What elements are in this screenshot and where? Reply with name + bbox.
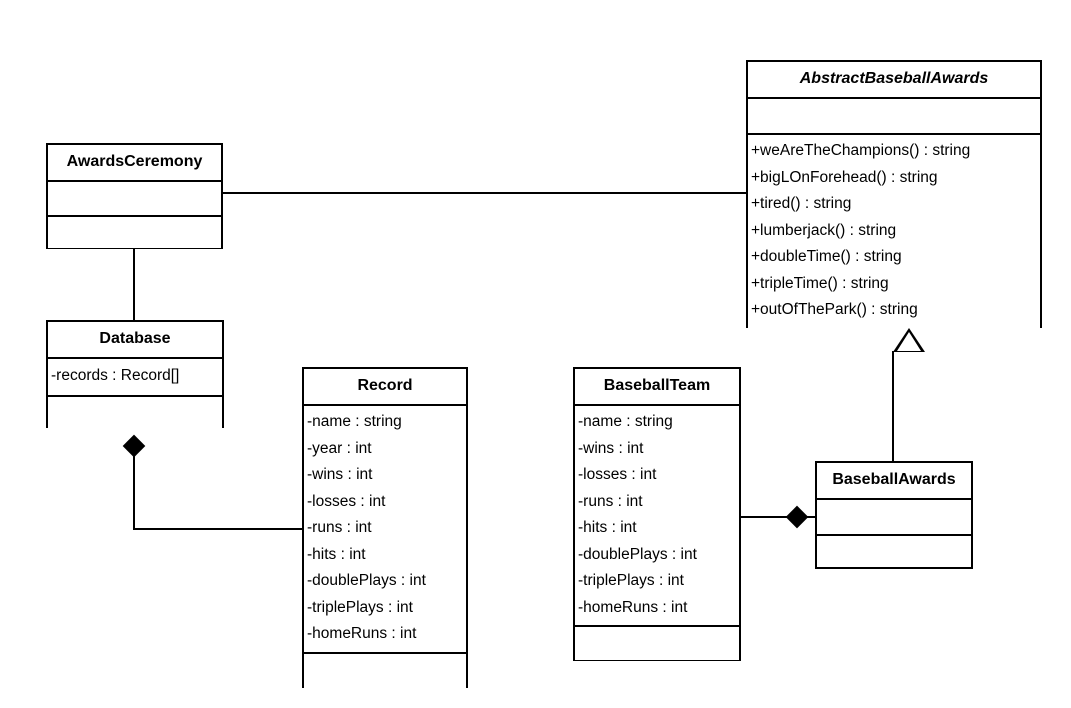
methods-compartment-record (304, 651, 466, 689)
methods-compartment-database (48, 394, 222, 430)
attribute-item: -runs : int (307, 519, 372, 536)
association-line-ceremony-abstractawards (221, 192, 748, 194)
attributes-compartment-awards-ceremony (48, 180, 221, 215)
attribute-item: -name : string (307, 413, 402, 430)
methods-compartment-abstract-baseball-awards: +weAreTheChampions() : string +bigLOnFor… (748, 133, 1040, 328)
class-name-compartment-awards-ceremony: AwardsCeremony (48, 145, 221, 180)
class-title-abstract-baseball-awards: AbstractBaseballAwards (799, 70, 989, 87)
attribute-item: -triplePlays : int (578, 572, 684, 589)
attribute-item: -losses : int (307, 492, 386, 510)
composition-diamond-baseball-awards (785, 505, 809, 529)
attribute-item: -hits : int (578, 519, 637, 536)
attribute-item: -runs : int (578, 492, 643, 510)
class-box-record[interactable]: Record -name : string -year : int -wins … (302, 367, 468, 689)
generalization-line-awards-abstractawards (892, 351, 894, 462)
class-title-record: Record (357, 377, 413, 394)
triangle-fill-icon (897, 332, 921, 351)
methods-compartment-awards-ceremony (48, 215, 221, 248)
attribute-item: -wins : int (578, 439, 644, 457)
class-title-baseball-team: BaseballTeam (603, 377, 711, 394)
attribute-item: -records : Record[] (51, 367, 180, 384)
class-title-baseball-awards: BaseballAwards (832, 471, 956, 488)
attributes-compartment-baseball-awards (817, 498, 971, 534)
attribute-item: -doublePlays : int (307, 572, 426, 589)
attribute-item: -doublePlays : int (578, 545, 697, 563)
attribute-item: -name : string (578, 413, 673, 430)
method-item: +bigLOnForehead() : string (751, 168, 938, 186)
class-title-awards-ceremony: AwardsCeremony (66, 153, 203, 170)
method-item: +tripleTime() : string (751, 274, 889, 292)
method-item: +tired() : string (751, 195, 852, 212)
method-item: +lumberjack() : string (751, 221, 897, 239)
uml-class-diagram-canvas: AwardsCeremony AbstractBaseballAwards +w… (0, 0, 1071, 708)
class-name-compartment-database: Database (48, 322, 222, 357)
methods-compartment-baseball-team (575, 625, 739, 660)
attribute-item: -hits : int (307, 545, 366, 563)
association-line-ceremony-database (133, 247, 135, 322)
composition-diamond-database (122, 434, 146, 458)
class-title-database: Database (99, 330, 171, 347)
class-name-compartment-abstract-baseball-awards: AbstractBaseballAwards (748, 62, 1040, 97)
attributes-compartment-record: -name : string -year : int -wins : int -… (304, 404, 466, 652)
composition-line-database-record-horizontal (133, 528, 304, 530)
attribute-item: -year : int (307, 439, 372, 457)
attributes-compartment-database: -records : Record[] (48, 357, 222, 395)
class-box-database[interactable]: Database -records : Record[] (46, 320, 224, 430)
class-box-baseball-team[interactable]: BaseballTeam -name : string -wins : int … (573, 367, 741, 661)
class-name-compartment-record: Record (304, 369, 466, 404)
class-box-awards-ceremony[interactable]: AwardsCeremony (46, 143, 223, 249)
attributes-compartment-abstract-baseball-awards (748, 97, 1040, 133)
class-name-compartment-baseball-awards: BaseballAwards (817, 463, 971, 498)
attribute-item: -triplePlays : int (307, 598, 413, 616)
method-item: +weAreTheChampions() : string (751, 142, 971, 159)
attribute-item: -homeRuns : int (578, 598, 688, 616)
class-box-baseball-awards[interactable]: BaseballAwards (815, 461, 973, 569)
methods-compartment-baseball-awards (817, 534, 971, 567)
method-item: +doubleTime() : string (751, 248, 902, 265)
attributes-compartment-baseball-team: -name : string -wins : int -losses : int… (575, 404, 739, 625)
attribute-item: -homeRuns : int (307, 625, 417, 642)
class-box-abstract-baseball-awards[interactable]: AbstractBaseballAwards +weAreTheChampion… (746, 60, 1042, 328)
attribute-item: -losses : int (578, 466, 657, 483)
method-item: +outOfThePark() : string (751, 301, 918, 318)
attribute-item: -wins : int (307, 466, 373, 483)
class-name-compartment-baseball-team: BaseballTeam (575, 369, 739, 404)
